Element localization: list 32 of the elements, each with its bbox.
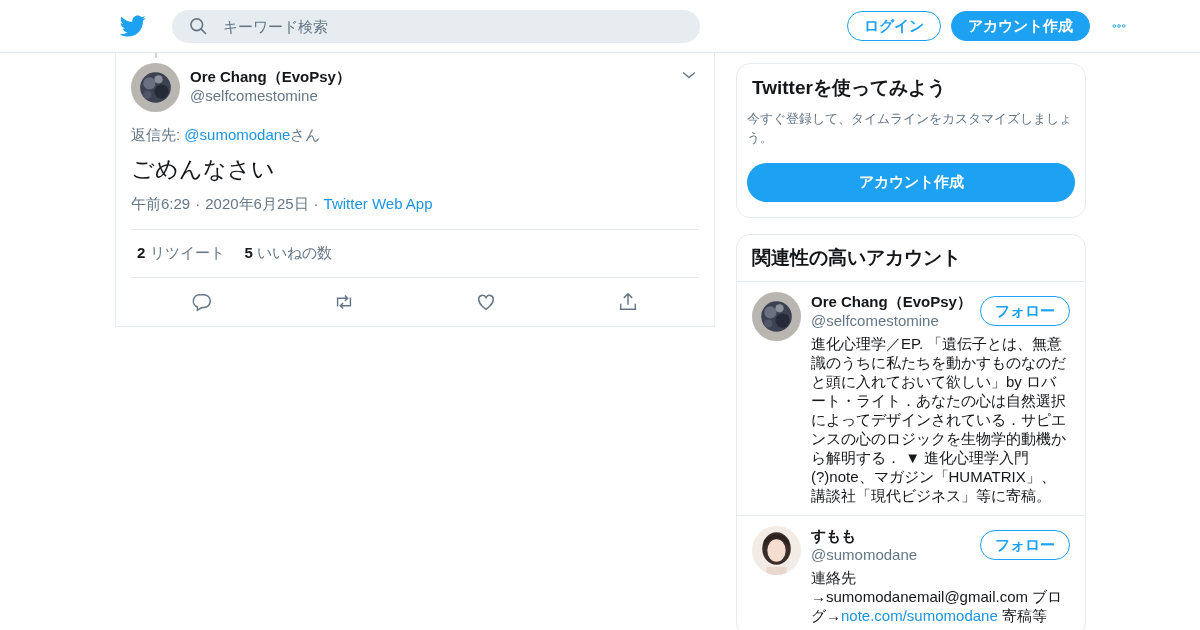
link[interactable]: Twitter Web App — [323, 195, 433, 212]
sign-up-button[interactable]: アカウント作成 — [951, 11, 1090, 41]
share-icon[interactable] — [617, 291, 639, 313]
search-field[interactable]: キーワード検索 — [172, 9, 700, 43]
link[interactable]: @sumomodane — [184, 126, 291, 143]
search-icon — [188, 15, 208, 36]
account-handle[interactable]: @sumomodane — [811, 545, 980, 565]
follow-button[interactable]: フォロー — [980, 296, 1070, 326]
sign-up-button[interactable]: アカウント作成 — [747, 163, 1075, 202]
account-name[interactable]: すもも — [811, 526, 980, 545]
reply-icon[interactable] — [191, 291, 213, 313]
user-handle[interactable]: @selfcomestomine — [190, 86, 679, 106]
account-bio: 進化心理学／EP. 「遺伝子とは、無意識のうちに私たちを動かすものなのだと頭に入れておいて欲しい」by ロバート・ライト．あなたの心は自然選択によってデザインされている．サピエンスの心のロジックを生物学的動機から解明する． ▼ 進化心理学入門(?)note、マガジン「HUMATRIX」、講談社「現代ビジネス」等に寄稿。 — [811, 334, 1067, 505]
follow-button[interactable]: フォロー — [980, 530, 1070, 560]
link[interactable]: note.com/sumomodane — [841, 607, 998, 624]
account-name[interactable]: Ore Chang（EvoPsy） — [811, 292, 980, 311]
tweet-text: ごめんなさい — [131, 155, 276, 184]
stat-link[interactable]: 2 リツイート — [137, 244, 225, 263]
login-button[interactable]: ログイン — [847, 11, 941, 41]
separator: · — [313, 195, 319, 212]
stat-link[interactable]: 5 いいねの数 — [244, 244, 333, 263]
card-text: 今すぐ登録して、タイムラインをカスタマイズしましょう。 — [747, 110, 1073, 147]
user-name[interactable]: Ore Chang（EvoPsy） — [190, 67, 679, 86]
account-handle[interactable]: @selfcomestomine — [811, 311, 980, 331]
text: 午前6:29 — [131, 195, 191, 212]
text: 2020年6月25日 — [205, 195, 309, 212]
card-title: 関連性の高いアカウント — [737, 235, 1085, 282]
card-title: Twitterを使ってみよう — [751, 76, 947, 100]
separator: · — [195, 195, 201, 212]
bird-logo-icon[interactable] — [120, 13, 146, 39]
account-bio: 連絡先 →sumomodanemail@gmail.com ブログ→note.com/sumomodane 寄稿等 — [811, 568, 1064, 625]
reply-to-line: 返信先: @sumomodaneさん — [131, 126, 322, 145]
